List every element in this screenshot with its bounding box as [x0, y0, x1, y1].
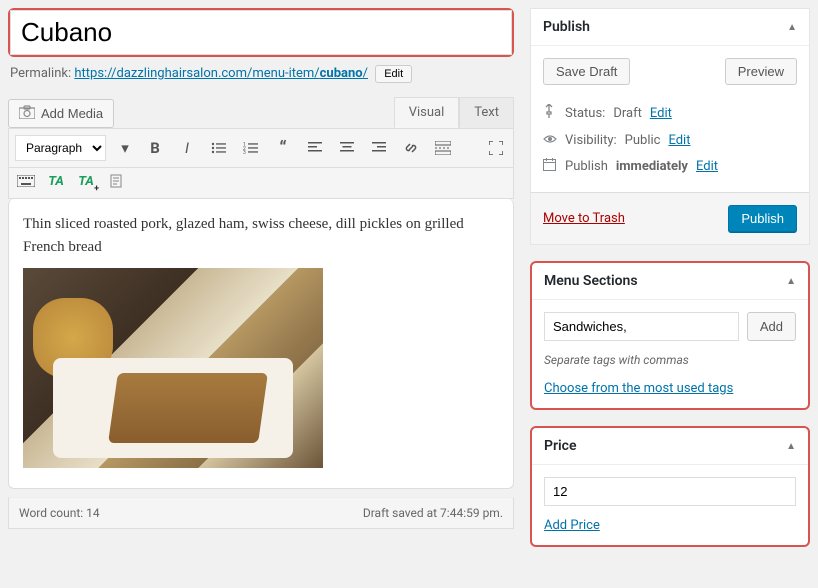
post-title-input[interactable] [10, 10, 512, 55]
move-to-trash-link[interactable]: Move to Trash [543, 211, 625, 226]
editor-toolbar-row2: TA TA+ [8, 168, 514, 199]
pin-icon [543, 104, 557, 122]
tags-hint: Separate tags with commas [544, 353, 796, 367]
choose-tags-link[interactable]: Choose from the most used tags [544, 381, 733, 396]
schedule-value: immediately [616, 159, 688, 174]
menu-sections-panel: Menu Sections ▲ Add Separate tags with c… [530, 261, 810, 410]
save-draft-button[interactable]: Save Draft [543, 58, 630, 85]
collapse-icon: ▲ [786, 276, 796, 287]
read-more-icon[interactable] [432, 137, 454, 159]
chevron-down-icon[interactable]: ▾ [114, 137, 136, 159]
collapse-icon: ▲ [787, 22, 797, 33]
add-media-button[interactable]: Add Media [8, 99, 114, 128]
fullscreen-icon[interactable] [485, 137, 507, 159]
editor-content-area[interactable]: Thin sliced roasted pork, glazed ham, sw… [8, 199, 514, 489]
add-tag-button[interactable]: Add [747, 312, 796, 341]
align-left-icon[interactable] [304, 137, 326, 159]
menu-sections-input[interactable] [544, 312, 739, 341]
numbered-list-icon[interactable]: 123 [240, 137, 262, 159]
bold-icon[interactable]: B [144, 137, 166, 159]
editor-tabs: Visual Text [394, 97, 514, 128]
visibility-label: Visibility: [565, 133, 617, 148]
eye-icon [543, 132, 557, 148]
content-image[interactable] [23, 268, 323, 468]
price-panel: Price ▲ Add Price [530, 426, 810, 547]
publish-panel: Publish ▲ Save Draft Preview Status: Dra… [530, 8, 810, 245]
edit-slug-button[interactable]: Edit [375, 65, 412, 83]
add-price-link[interactable]: Add Price [544, 518, 600, 533]
add-media-label: Add Media [41, 106, 103, 121]
svg-text:3: 3 [243, 150, 246, 155]
menu-sections-header[interactable]: Menu Sections ▲ [532, 263, 808, 300]
publish-panel-title: Publish [543, 19, 590, 35]
title-container [8, 8, 514, 57]
permalink-url[interactable]: https://dazzlinghairsalon.com/menu-item/… [74, 66, 368, 81]
editor-status-bar: Word count: 14 Draft saved at 7:44:59 pm… [8, 497, 514, 529]
keyboard-icon[interactable] [15, 170, 37, 192]
table-shortcode-add-icon[interactable]: TA+ [75, 170, 97, 192]
visibility-value: Public [625, 133, 661, 148]
edit-status-link[interactable]: Edit [650, 106, 672, 121]
align-center-icon[interactable] [336, 137, 358, 159]
tab-visual[interactable]: Visual [394, 97, 460, 128]
calendar-icon [543, 158, 557, 175]
price-header[interactable]: Price ▲ [532, 428, 808, 465]
collapse-icon: ▲ [786, 441, 796, 452]
camera-icon [19, 105, 35, 122]
word-count: Word count: 14 [19, 506, 100, 520]
edit-visibility-link[interactable]: Edit [668, 133, 690, 148]
table-shortcode-icon[interactable]: TA [45, 170, 67, 192]
schedule-label: Publish [565, 159, 608, 174]
blockquote-icon[interactable]: “ [272, 137, 294, 159]
editor-toolbar-row1: Paragraph ▾ B I 123 “ [8, 128, 514, 168]
link-icon[interactable] [400, 137, 422, 159]
menu-sections-title: Menu Sections [544, 273, 638, 289]
price-input[interactable] [544, 477, 796, 506]
align-right-icon[interactable] [368, 137, 390, 159]
draft-saved-time: Draft saved at 7:44:59 pm. [363, 506, 503, 520]
editor-text: Thin sliced roasted pork, glazed ham, sw… [23, 213, 499, 258]
status-label: Status: [565, 106, 605, 121]
status-value: Draft [613, 106, 642, 121]
edit-schedule-link[interactable]: Edit [696, 159, 718, 174]
tab-text[interactable]: Text [459, 97, 514, 128]
publish-button[interactable]: Publish [728, 205, 797, 232]
preview-button[interactable]: Preview [725, 58, 797, 85]
price-title: Price [544, 438, 577, 454]
italic-icon[interactable]: I [176, 137, 198, 159]
publish-panel-header[interactable]: Publish ▲ [531, 9, 809, 46]
page-icon[interactable] [105, 170, 127, 192]
permalink-row: Permalink: https://dazzlinghairsalon.com… [8, 61, 514, 97]
bullet-list-icon[interactable] [208, 137, 230, 159]
format-select[interactable]: Paragraph [15, 135, 106, 161]
permalink-label: Permalink: [10, 66, 71, 81]
